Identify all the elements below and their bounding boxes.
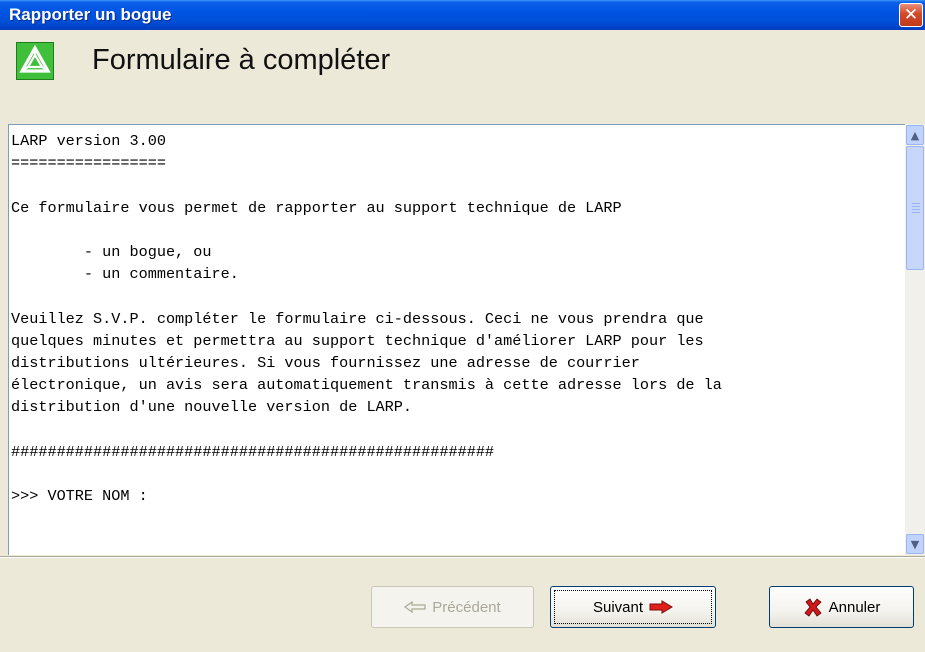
larp-logo-icon [16, 42, 54, 80]
scroll-down-button[interactable]: ▼ [906, 534, 924, 554]
scroll-thumb[interactable] [906, 146, 924, 270]
dialog-window: Rapporter un bogue ✕ Formulaire à complé… [0, 0, 925, 652]
chevron-up-icon: ▲ [910, 129, 920, 142]
scroll-up-button[interactable]: ▲ [906, 125, 924, 145]
title-bar[interactable]: Rapporter un bogue ✕ [0, 0, 925, 30]
form-text-area[interactable]: LARP version 3.00 ================= Ce f… [8, 124, 925, 555]
cancel-x-icon [804, 598, 822, 617]
window-title: Rapporter un bogue [9, 5, 172, 24]
next-button-label: Suivant [592, 598, 644, 616]
next-button[interactable]: Suivant [550, 586, 716, 628]
arrow-right-icon [649, 600, 673, 614]
vertical-scrollbar[interactable]: ▲ ▼ [905, 124, 925, 555]
chevron-down-icon: ▼ [910, 538, 920, 551]
previous-button-label: Précédent [432, 598, 501, 616]
close-button[interactable]: ✕ [899, 3, 923, 27]
close-icon: ✕ [903, 5, 919, 25]
divider [0, 556, 925, 558]
form-text[interactable]: LARP version 3.00 ================= Ce f… [11, 130, 907, 550]
previous-button[interactable]: Précédent [371, 586, 534, 628]
page-title: Formulaire à compléter [92, 44, 391, 76]
cancel-button[interactable]: Annuler [769, 586, 914, 628]
cancel-button-label: Annuler [828, 598, 881, 616]
arrow-left-icon [404, 601, 426, 613]
